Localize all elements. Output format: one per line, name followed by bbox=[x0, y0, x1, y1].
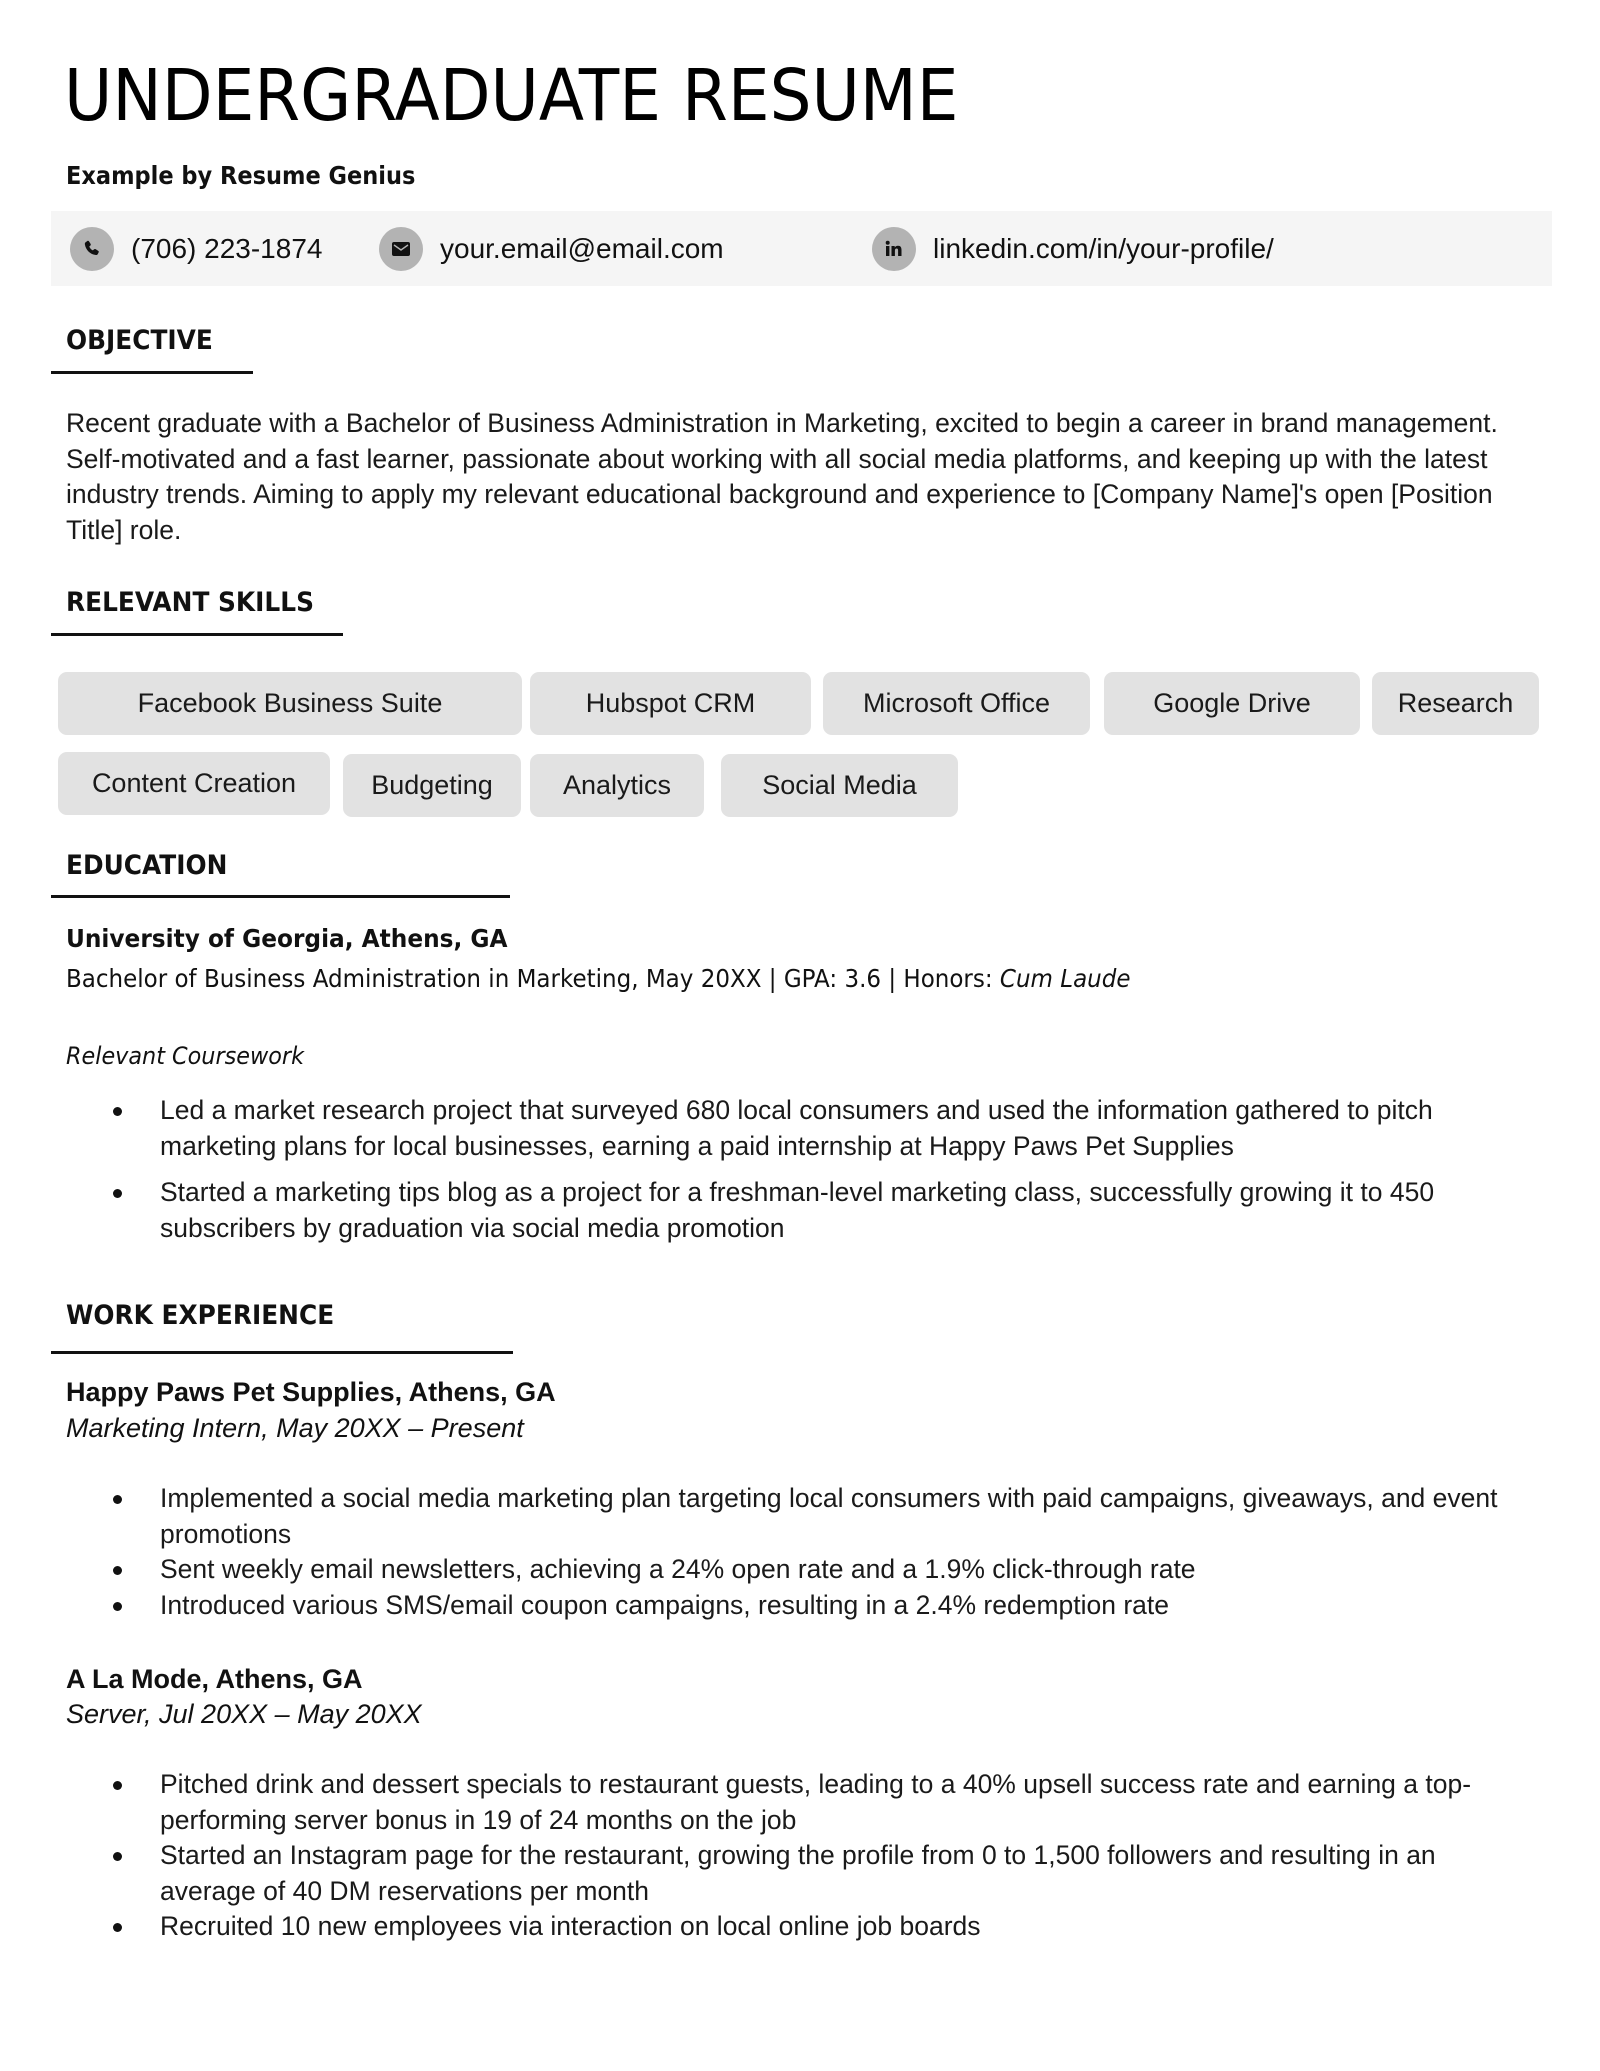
skill-pill: Hubspot CRM bbox=[530, 672, 811, 735]
skill-pill: Facebook Business Suite bbox=[58, 672, 522, 735]
bullet-dot bbox=[113, 1852, 122, 1861]
phone-icon bbox=[70, 227, 114, 271]
degree-line: Bachelor of Business Administration in M… bbox=[66, 966, 1131, 991]
bullet-text: Sent weekly email newsletters, achieving… bbox=[160, 1554, 1196, 1584]
bullet-text: Introduced various SMS/email coupon camp… bbox=[160, 1589, 1170, 1620]
skill-pill: Content Creation bbox=[58, 752, 330, 815]
bullet-dot bbox=[113, 1566, 122, 1575]
resume-title: UNDERGRADUATE RESUME bbox=[64, 54, 959, 137]
list-item: Led a market research project that surve… bbox=[0, 1093, 1520, 1164]
objective-text: Recent graduate with a Bachelor of Busin… bbox=[66, 408, 1498, 545]
list-item: Started an Instagram page for the restau… bbox=[0, 1838, 1520, 1909]
job-role: Marketing Intern, May 20XX – Present bbox=[66, 1413, 524, 1443]
list-item: Implemented a social media marketing pla… bbox=[0, 1481, 1520, 1552]
list-item: Pitched drink and dessert specials to re… bbox=[0, 1767, 1520, 1838]
job-bullets: Implemented a social media marketing pla… bbox=[0, 1481, 1560, 1623]
linkedin-url[interactable]: linkedin.com/in/your-profile/ bbox=[933, 233, 1274, 265]
bullet-dot bbox=[113, 1107, 122, 1116]
employer-name: A La Mode, Athens, GA bbox=[66, 1664, 363, 1694]
job-role: Server, Jul 20XX – May 20XX bbox=[66, 1699, 422, 1729]
contact-email: your.email@email.com bbox=[379, 227, 724, 271]
list-item: Started a marketing tips blog as a proje… bbox=[0, 1175, 1520, 1246]
list-item: Recruited 10 new employees via interacti… bbox=[0, 1909, 1520, 1945]
list-item: Sent weekly email newsletters, achieving… bbox=[0, 1552, 1520, 1588]
experience-heading: WORK EXPERIENCE bbox=[66, 1300, 335, 1331]
bullet-dot bbox=[113, 1781, 122, 1790]
skill-pill: Analytics bbox=[530, 754, 704, 817]
objective-divider bbox=[51, 371, 253, 374]
skill-pill: Research bbox=[1372, 672, 1539, 735]
envelope-icon bbox=[379, 227, 423, 271]
skill-pill: Social Media bbox=[721, 754, 958, 817]
contact-phone: (706) 223-1874 bbox=[70, 227, 322, 271]
skills-divider bbox=[51, 633, 343, 636]
school-name: University of Georgia, Athens, GA bbox=[66, 924, 508, 953]
bullet-text: Started a marketing tips blog as a proje… bbox=[160, 1177, 1435, 1243]
bullet-text: Led a market research project that surve… bbox=[160, 1095, 1433, 1161]
education-divider bbox=[51, 895, 510, 898]
bullet-text: Started an Instagram page for the restau… bbox=[160, 1840, 1436, 1906]
honors-text: Cum Laude bbox=[999, 964, 1131, 993]
education-heading: EDUCATION bbox=[66, 850, 228, 881]
skill-pill: Budgeting bbox=[343, 754, 521, 817]
objective-heading: OBJECTIVE bbox=[66, 325, 213, 356]
phone-number[interactable]: (706) 223-1874 bbox=[131, 233, 322, 265]
job-bullets: Pitched drink and dessert specials to re… bbox=[0, 1767, 1560, 1945]
bullet-dot bbox=[113, 1189, 122, 1198]
coursework-bullets: Led a market research project that surve… bbox=[0, 1093, 1560, 1246]
resume-subtitle: Example by Resume Genius bbox=[66, 161, 416, 190]
bullet-text: Implemented a social media marketing pla… bbox=[160, 1483, 1498, 1549]
bullet-dot bbox=[113, 1923, 122, 1932]
contact-linkedin: linkedin.com/in/your-profile/ bbox=[872, 227, 1274, 271]
experience-divider bbox=[51, 1351, 513, 1354]
bullet-text: Pitched drink and dessert specials to re… bbox=[160, 1769, 1472, 1835]
bullet-dot bbox=[113, 1601, 122, 1611]
employer-name: Happy Paws Pet Supplies, Athens, GA bbox=[66, 1377, 556, 1407]
linkedin-icon bbox=[872, 227, 916, 271]
skill-pill: Google Drive bbox=[1104, 672, 1360, 735]
contact-bar: (706) 223-1874 your.email@email.com link… bbox=[51, 211, 1552, 286]
email-address[interactable]: your.email@email.com bbox=[440, 233, 724, 265]
degree-text: Bachelor of Business Administration in M… bbox=[66, 964, 1000, 993]
bullet-dot bbox=[113, 1495, 122, 1504]
coursework-label: Relevant Coursework bbox=[66, 1042, 304, 1070]
bullet-text: Recruited 10 new employees via interacti… bbox=[160, 1911, 981, 1941]
list-item: Introduced various SMS/email coupon camp… bbox=[0, 1588, 1520, 1624]
skills-heading: RELEVANT SKILLS bbox=[66, 587, 314, 618]
skill-pill: Microsoft Office bbox=[823, 672, 1090, 735]
